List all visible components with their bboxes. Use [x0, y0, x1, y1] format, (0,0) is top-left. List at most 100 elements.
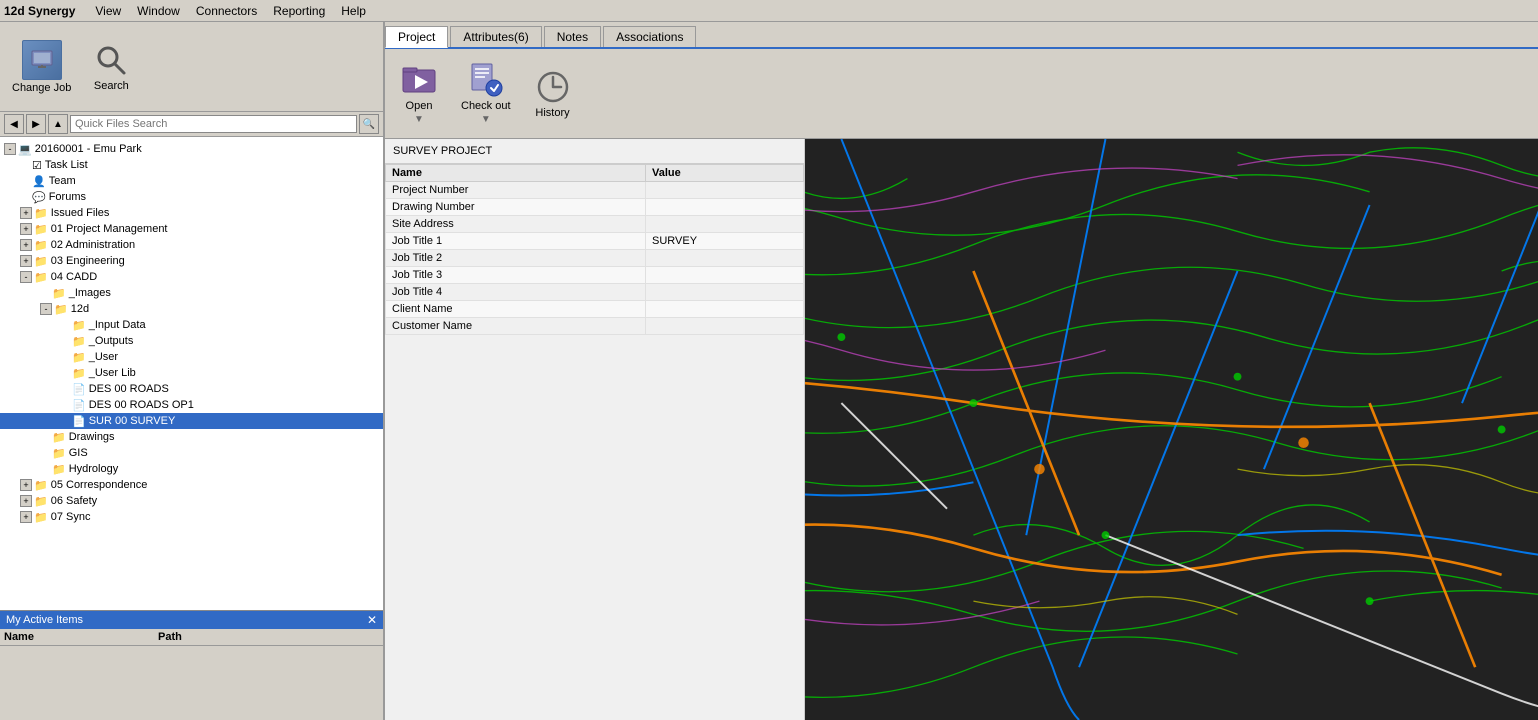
menu-window[interactable]: Window [137, 4, 180, 18]
tree-02-admin[interactable]: + 📁 02 Administration [0, 237, 383, 253]
checkout-dropdown: ▼ [481, 114, 491, 125]
tree-01-project[interactable]: + 📁 01 Project Management [0, 221, 383, 237]
attr-name-cell: Site Address [386, 216, 646, 233]
attr-name-cell: Customer Name [386, 318, 646, 335]
task-list-label: Task List [45, 159, 88, 171]
change-job-button[interactable]: ▼ Change Job [6, 36, 77, 98]
search-label: Search [94, 80, 129, 92]
nav-up-button[interactable]: ▲ [48, 114, 68, 134]
content-area: SURVEY PROJECT Name Value Project Number… [385, 139, 1538, 720]
active-items-header: My Active Items ✕ [0, 611, 383, 629]
menu-reporting[interactable]: Reporting [273, 4, 325, 18]
table-row[interactable]: Project Number [386, 182, 804, 199]
menu-help[interactable]: Help [341, 4, 366, 18]
nav-forward-button[interactable]: ▶ [26, 114, 46, 134]
search-input[interactable] [70, 115, 357, 133]
attr-value-cell [646, 250, 804, 267]
menu-view[interactable]: View [95, 4, 121, 18]
drawings-label: Drawings [69, 431, 115, 443]
active-items-close[interactable]: ✕ [367, 613, 377, 627]
search-button[interactable]: Search [85, 38, 137, 96]
sur-survey-icon: 📄 [72, 415, 86, 428]
table-row[interactable]: Client Name [386, 301, 804, 318]
hydrology-icon: 📁 [52, 463, 66, 476]
tree-12d[interactable]: - 📁 12d [0, 301, 383, 317]
tab-project[interactable]: Project [385, 26, 448, 48]
nav-back-button[interactable]: ◀ [4, 114, 24, 134]
search-go-button[interactable]: 🔍 [359, 114, 379, 134]
hydrology-label: Hydrology [69, 463, 119, 475]
tree-root-toggle[interactable]: - [4, 143, 16, 155]
03-eng-toggle[interactable]: + [20, 255, 32, 267]
gis-label: GIS [69, 447, 88, 459]
tree-gis[interactable]: 📁 GIS [0, 445, 383, 461]
images-icon: 📁 [52, 287, 66, 300]
tree-forums[interactable]: 💬 Forums [0, 189, 383, 205]
checkout-button[interactable]: Check out ▼ [453, 58, 519, 129]
tab-associations[interactable]: Associations [603, 26, 696, 47]
table-row[interactable]: Job Title 4 [386, 284, 804, 301]
open-button[interactable]: Open ▼ [393, 58, 445, 129]
active-items-name-col: Name [4, 631, 154, 643]
history-button[interactable]: History [527, 65, 579, 123]
tree-user[interactable]: 📁 _User [0, 349, 383, 365]
tree-drawings[interactable]: 📁 Drawings [0, 429, 383, 445]
tree-06-safety[interactable]: + 📁 06 Safety [0, 493, 383, 509]
map-area [805, 139, 1538, 720]
attr-value-cell [646, 267, 804, 284]
menu-connectors[interactable]: Connectors [196, 4, 257, 18]
table-row[interactable]: Drawing Number [386, 199, 804, 216]
forums-label: Forums [49, 191, 86, 203]
checkout-label: Check out [461, 100, 511, 112]
05-corr-toggle[interactable]: + [20, 479, 32, 491]
tree-user-lib[interactable]: 📁 _User Lib [0, 365, 383, 381]
tree-sur-survey[interactable]: 📄 SUR 00 SURVEY [0, 413, 383, 429]
tree-root[interactable]: - 💻 20160001 - Emu Park [0, 141, 383, 157]
tree-05-correspondence[interactable]: + 📁 05 Correspondence [0, 477, 383, 493]
attr-value-cell [646, 284, 804, 301]
04-cadd-toggle[interactable]: - [20, 271, 32, 283]
tree-images[interactable]: 📁 _Images [0, 285, 383, 301]
06-safety-toggle[interactable]: + [20, 495, 32, 507]
tree-input-data[interactable]: 📁 _Input Data [0, 317, 383, 333]
issued-files-toggle[interactable]: + [20, 207, 32, 219]
tree-07-sync[interactable]: + 📁 07 Sync [0, 509, 383, 525]
03-eng-label: 03 Engineering [51, 255, 125, 267]
table-row[interactable]: Job Title 2 [386, 250, 804, 267]
active-items-columns: Name Path [0, 629, 383, 646]
tree-des-roads-op1[interactable]: 📄 DES 00 ROADS OP1 [0, 397, 383, 413]
table-row[interactable]: Customer Name [386, 318, 804, 335]
01-project-toggle[interactable]: + [20, 223, 32, 235]
table-row[interactable]: Job Title 1SURVEY [386, 233, 804, 250]
tree-issued-files[interactable]: + 📁 Issued Files [0, 205, 383, 221]
left-panel: ▼ Change Job Search ◀ ▶ ▲ 🔍 [0, 22, 385, 720]
map-svg [805, 139, 1538, 720]
tree-04-cadd[interactable]: - 📁 04 CADD [0, 269, 383, 285]
issued-files-label: Issued Files [51, 207, 110, 219]
02-admin-toggle[interactable]: + [20, 239, 32, 251]
change-job-icon: ▼ [22, 40, 62, 80]
tab-attributes[interactable]: Attributes(6) [450, 26, 541, 47]
input-data-label: _Input Data [89, 319, 146, 331]
table-row[interactable]: Site Address [386, 216, 804, 233]
survey-scroll[interactable]: Name Value Project NumberDrawing NumberS… [385, 164, 804, 720]
attr-value-cell [646, 199, 804, 216]
01-project-icon: 📁 [34, 223, 48, 236]
app-title: 12d Synergy [4, 4, 75, 18]
tree-team[interactable]: 👤 Team [0, 173, 383, 189]
tree-hydrology[interactable]: 📁 Hydrology [0, 461, 383, 477]
tab-notes[interactable]: Notes [544, 26, 601, 47]
06-safety-icon: 📁 [34, 495, 48, 508]
07-sync-toggle[interactable]: + [20, 511, 32, 523]
des-roads-icon: 📄 [72, 383, 86, 396]
drawings-icon: 📁 [52, 431, 66, 444]
tree-03-eng[interactable]: + 📁 03 Engineering [0, 253, 383, 269]
active-items-path-col: Path [158, 631, 182, 643]
tree-outputs[interactable]: 📁 _Outputs [0, 333, 383, 349]
table-row[interactable]: Job Title 3 [386, 267, 804, 284]
12d-toggle[interactable]: - [40, 303, 52, 315]
attr-value-cell [646, 182, 804, 199]
tree-task-list[interactable]: ☑ Task List [0, 157, 383, 173]
tree-des-roads[interactable]: 📄 DES 00 ROADS [0, 381, 383, 397]
task-list-icon: ☑ [32, 159, 42, 172]
